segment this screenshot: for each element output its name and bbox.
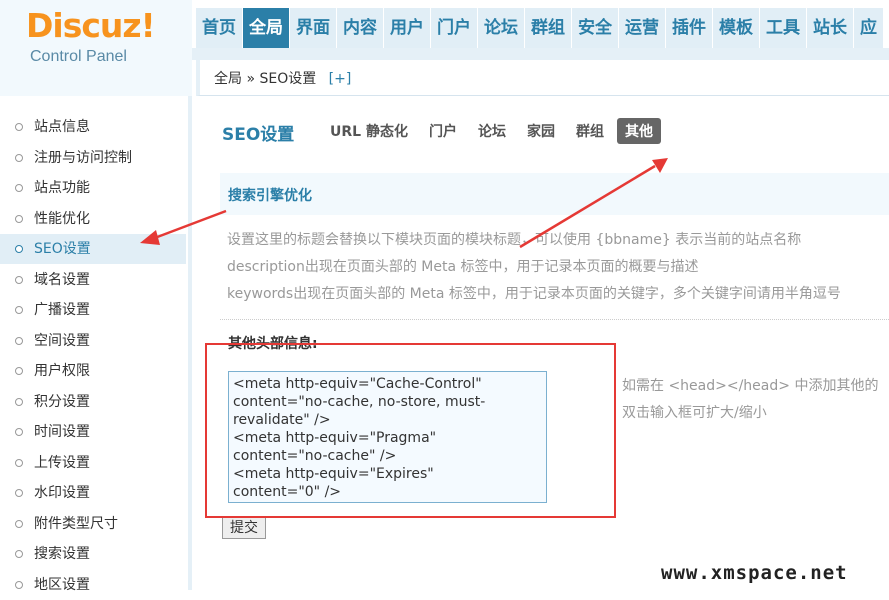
sidebar-item-label: 地区设置 — [34, 576, 90, 593]
logo-text: Discuz! — [26, 6, 156, 45]
tip-line-1: 设置这里的标题会替换以下模块页面的模块标题，可以使用 {bbname} 表示当前… — [227, 232, 802, 248]
sub-tabs: URL 静态化 门户 论坛 家园 群组 其他 — [322, 118, 666, 144]
nav-item-9[interactable]: 运营 — [619, 8, 665, 48]
top-nav: 首页 全局 界面 内容 用户 门户 论坛 群组 安全 运营 插件 模板 工具 站长应 — [196, 8, 884, 48]
bullet-icon — [15, 458, 23, 467]
nav-item-0[interactable]: 首页 — [196, 8, 242, 48]
nav-item-3[interactable]: 内容 — [337, 8, 383, 48]
sidebar-item-label: 站点功能 — [34, 180, 90, 196]
breadcrumb-bar: 全局 » SEO设置 [+] — [196, 60, 889, 96]
bullet-icon — [15, 367, 23, 375]
nav-item-8[interactable]: 安全 — [572, 8, 618, 48]
logo[interactable]: Discuz! Control Panel — [0, 0, 192, 96]
bullet-icon — [15, 336, 23, 345]
nav-item-7[interactable]: 群组 — [525, 8, 571, 48]
sidebar-item-6[interactable]: 广播设置 — [0, 295, 186, 325]
bullet-icon — [15, 550, 23, 558]
nav-item-5[interactable]: 门户 — [431, 8, 477, 48]
sidebar-item-label: 时间设置 — [34, 424, 90, 440]
tips-title: 搜索引擎优化 — [228, 188, 312, 204]
bullet-icon — [15, 275, 23, 284]
sidebar-item-label: 水印设置 — [34, 485, 90, 501]
subtab-5[interactable]: 其他 — [616, 118, 661, 144]
nav-item-11[interactable]: 模板 — [713, 8, 759, 48]
header: Discuz! Control Panel 首页 全局 界面 内容 用户 门户 论坛 群组 安全… — [0, 0, 889, 96]
sidebar: 站点信息注册与访问控制 站点功能性能优化 SEO设置域名设置广播设置空间设置用户权限… — [0, 96, 192, 593]
sidebar-item-label: 空间设置 — [34, 332, 90, 349]
bullet-icon — [15, 184, 23, 192]
subtab-0[interactable]: URL 静态化 — [322, 118, 416, 144]
nav-item-2[interactable]: 界面 — [290, 8, 336, 48]
nav-item-1[interactable]: 全局 — [243, 8, 289, 48]
nav-item-12[interactable]: 工具 — [760, 8, 806, 48]
sidebar-item-label: 附件类型尺寸 — [34, 515, 118, 532]
submit-button[interactable]: 提交 — [222, 517, 266, 539]
nav-underbar — [192, 48, 889, 60]
watermark: www.xmspace.net — [661, 562, 848, 584]
bullet-icon — [15, 306, 23, 314]
sidebar-item-label: 性能优化 — [34, 210, 90, 227]
sidebar-item-11[interactable]: 上传设置 — [0, 448, 186, 478]
sidebar-item-label: 注册与访问控制 — [34, 149, 132, 166]
sidebar-item-label: SEO设置 — [34, 241, 91, 257]
annotation-highlight-box — [205, 343, 616, 518]
sidebar-item-0[interactable]: 站点信息 — [0, 112, 186, 142]
tips-header: 搜索引擎优化 — [220, 173, 889, 215]
sidebar-item-14[interactable]: 搜索设置 — [0, 539, 186, 569]
breadcrumb-path: 全局 » SEO设置 — [214, 71, 317, 87]
tip-line-3: keywords出现在页面头部的 Meta 标签中，用于记录本页面的关键字，多个… — [227, 286, 841, 302]
bullet-icon — [15, 580, 23, 589]
bullet-icon — [15, 245, 23, 253]
bullet-icon — [15, 123, 23, 131]
sidebar-item-10[interactable]: 时间设置 — [0, 417, 186, 447]
sidebar-item-label: 站点信息 — [34, 119, 90, 135]
sidebar-item-label: 积分设置 — [34, 393, 90, 410]
add-shortcut-link[interactable]: [+] — [329, 71, 352, 87]
sidebar-item-7[interactable]: 空间设置 — [0, 326, 186, 356]
divider — [220, 319, 889, 320]
nav-item-4[interactable]: 用户 — [384, 8, 430, 48]
sidebar-item-13[interactable]: 附件类型尺寸 — [0, 509, 186, 539]
sidebar-item-5[interactable]: 域名设置 — [0, 265, 186, 295]
subtab-2[interactable]: 论坛 — [470, 118, 514, 144]
subtab-4[interactable]: 群组 — [568, 118, 612, 144]
nav-item-13[interactable]: 站长 — [807, 8, 853, 48]
sidebar-item-4[interactable]: SEO设置 — [0, 234, 186, 264]
sidebar-item-8[interactable]: 用户权限 — [0, 356, 186, 386]
hint-line-1: 如需在 <head></head> 中添加其他的 — [622, 378, 879, 394]
sidebar-item-label: 搜索设置 — [34, 546, 90, 562]
bullet-icon — [15, 397, 23, 406]
tip-line-2: description出现在页面头部的 Meta 标签中，用于记录本页面的概要与… — [227, 259, 699, 275]
bullet-icon — [15, 428, 23, 436]
sidebar-item-9[interactable]: 积分设置 — [0, 387, 186, 417]
bullet-icon — [15, 214, 23, 223]
nav-item-14[interactable]: 应 — [854, 8, 883, 48]
hint-line-2: 双击输入框可扩大/缩小 — [622, 405, 767, 421]
subtab-3[interactable]: 家园 — [519, 118, 563, 144]
bullet-icon — [15, 519, 23, 528]
sidebar-item-label: 用户权限 — [34, 363, 90, 379]
subtab-1[interactable]: 门户 — [421, 118, 465, 144]
sidebar-item-3[interactable]: 性能优化 — [0, 204, 186, 234]
nav-item-10[interactable]: 插件 — [666, 8, 712, 48]
nav-item-6[interactable]: 论坛 — [478, 8, 524, 48]
sidebar-item-15[interactable]: 地区设置 — [0, 570, 186, 600]
bullet-icon — [15, 489, 23, 497]
sidebar-item-label: 广播设置 — [34, 302, 90, 318]
page-title: SEO设置 — [222, 125, 295, 145]
bullet-icon — [15, 153, 23, 162]
sidebar-item-1[interactable]: 注册与访问控制 — [0, 143, 186, 173]
sidebar-item-12[interactable]: 水印设置 — [0, 478, 186, 508]
sidebar-item-2[interactable]: 站点功能 — [0, 173, 186, 203]
sidebar-item-label: 上传设置 — [34, 454, 90, 471]
logo-subtitle: Control Panel — [30, 48, 127, 65]
breadcrumb: 全局 » SEO设置 [+] — [214, 68, 351, 88]
sidebar-item-label: 域名设置 — [34, 271, 90, 288]
